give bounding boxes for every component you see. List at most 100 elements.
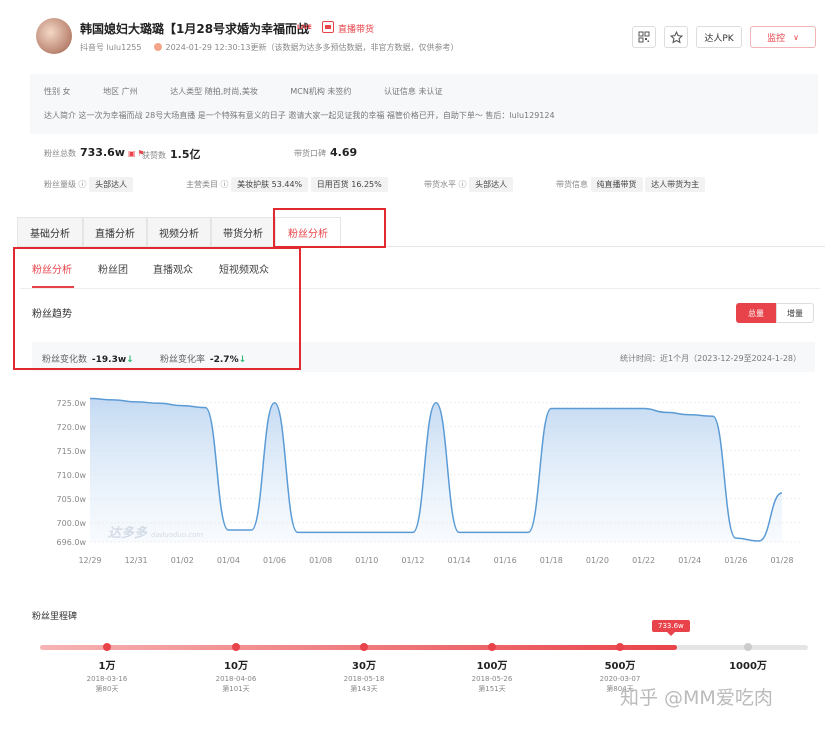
x-tick-label: 12/31 (125, 556, 148, 565)
x-tick-label: 01/24 (678, 556, 701, 565)
monitor-button[interactable]: 监控 ∨ (750, 26, 816, 48)
total-toggle[interactable]: 总量 (736, 303, 776, 323)
x-tick-label: 01/20 (586, 556, 609, 565)
milestone-label: 10万 (224, 661, 248, 672)
reputation-value: 4.69 (330, 146, 358, 159)
chart-icon: ▣ (127, 149, 136, 158)
likes-value: 1.5亿 (170, 148, 201, 161)
y-tick-label: 710.0w (57, 471, 87, 480)
main-category: 主营类目 ⓘ 美妆护肤 53.44% 日用百货 16.25% (186, 177, 388, 192)
milestone-date: 2018-05-26 (471, 675, 513, 683)
x-tick-label: 01/18 (540, 556, 563, 565)
milestone-progress (40, 645, 678, 650)
milestone-item: 1000万 (703, 657, 793, 675)
certification: 认证信息 未认证 (383, 87, 443, 96)
y-tick-label: 705.0w (57, 495, 87, 504)
milestone-days: 第80天 (95, 685, 119, 693)
fans-metric: 粉丝总数 733.6w ▣ ⚑ (44, 146, 145, 159)
milestone-item: 1万 2018-03-16 第80天 (62, 657, 152, 694)
milestone-node (360, 643, 368, 651)
x-tick-label: 01/02 (171, 556, 194, 565)
chevron-down-icon: ∨ (793, 32, 799, 42)
reputation-metric: 带货口碑 4.69 (294, 146, 358, 159)
sales-info: 带货信息 纯直播带货 达人带货为主 (556, 177, 706, 192)
milestone-date: 2018-05-18 (343, 675, 385, 683)
fans-trend-chart[interactable]: 696.0w 700.0w 705.0w 710.0w 715.0w 720.0w 725.… (30, 380, 820, 570)
x-tick-label: 01/16 (494, 556, 517, 565)
milestone-days: 第143天 (350, 685, 378, 693)
profile-info-panel: 性别 女 地区 广州 达人类型 随拍,时尚,美妆 MCN机构 未签约 认证信息 … (30, 74, 818, 134)
account-header: 韩国媳妇大璐璐【1月28号求婚为幸福而战 LIVE 直播带货 抖音号 lulu1… (0, 0, 838, 70)
help-icon: ⓘ (458, 180, 467, 189)
milestone-node (232, 643, 240, 651)
milestone-date: 2020-03-07 (599, 675, 641, 683)
sales-info-tag-1: 纯直播带货 (590, 177, 643, 192)
profile-intro: 达人简介 这一次为幸福而战 28号大场直播 是一个特殊有意义的日子 邀请大家一起… (44, 111, 555, 120)
current-fans-badge: 733.6w (652, 620, 690, 636)
milestone-label: 1万 (98, 661, 116, 672)
milestone-node (488, 643, 496, 651)
help-icon: ⓘ (78, 180, 87, 189)
region: 地区 广州 (103, 87, 138, 96)
account-subline: 抖音号 lulu1255 2024-01-29 12:30:13更新（该数据为达多… (80, 42, 458, 53)
highlight-box-subtabs (13, 247, 301, 370)
milestone-node (103, 643, 111, 651)
tab-basic[interactable]: 基础分析 (17, 217, 83, 247)
help-icon: ⓘ (220, 180, 229, 189)
stat-time: 统计时间：近1个月（2023-12-29至2024-1-28） (620, 354, 801, 363)
live-icon (322, 21, 334, 33)
tab-sales[interactable]: 带货分析 (211, 217, 275, 247)
milestone-label: 100万 (476, 661, 508, 672)
fans-level-tag: 头部达人 (89, 177, 134, 192)
monitor-label: 监控 (767, 33, 786, 44)
creator-type: 达人类型 随拍,时尚,美妆 (170, 87, 258, 96)
milestone-date: 2018-04-06 (215, 675, 257, 683)
milestone-label: 30万 (352, 661, 376, 672)
daduoduo-watermark: 达多多 daduoduo.com (108, 526, 204, 541)
tab-video[interactable]: 视频分析 (147, 217, 211, 247)
profile-row: 性别 女 地区 广州 达人类型 随拍,时尚,美妆 MCN机构 未签约 认证信息 … (44, 86, 442, 97)
analysis-tabs: 基础分析 直播分析 视频分析 带货分析 粉丝分析 (17, 217, 825, 247)
x-tick-label: 01/26 (724, 556, 747, 565)
fans-level: 粉丝量级 ⓘ 头部达人 (44, 177, 134, 192)
milestone-item: 100万 2018-05-26 第151天 (447, 657, 537, 694)
increment-toggle[interactable]: 增量 (776, 303, 814, 323)
x-tick-label: 01/04 (217, 556, 240, 565)
sales-level: 带货水平 ⓘ 头部达人 (424, 177, 514, 192)
highlight-box-tab (273, 208, 386, 248)
qrcode-button[interactable] (632, 26, 656, 48)
milestone-item: 30万 2018-05-18 第143天 (319, 657, 409, 694)
live-badge: LIVE (297, 24, 312, 31)
account-title: 韩国媳妇大璐璐【1月28号求婚为幸福而战 (80, 22, 310, 36)
category-tag-1: 美妆护肤 53.44% (231, 177, 309, 192)
favorite-button[interactable] (664, 26, 688, 48)
x-tick-label: 01/06 (263, 556, 286, 565)
milestone-label: 1000万 (729, 661, 767, 672)
y-tick-label: 700.0w (57, 519, 87, 528)
x-tick-label: 12/29 (78, 556, 101, 565)
compare-pk-button[interactable]: 达人PK (696, 26, 742, 48)
likes-metric: 获赞数 1.5亿 (142, 148, 201, 161)
x-tick-label: 01/10 (355, 556, 378, 565)
milestone-date: 2018-03-16 (86, 675, 128, 683)
milestone-days: 第101天 (222, 685, 250, 693)
x-tick-label: 01/08 (309, 556, 332, 565)
x-tick-label: 01/14 (448, 556, 471, 565)
x-tick-label: 01/12 (401, 556, 424, 565)
gender: 性别 女 (44, 87, 71, 96)
tab-live[interactable]: 直播分析 (83, 217, 147, 247)
fans-area (90, 398, 782, 542)
account-id: 抖音号 lulu1255 (80, 43, 142, 52)
x-tick-label: 01/22 (632, 556, 655, 565)
milestone-label: 500万 (604, 661, 636, 672)
live-label: 直播带货 (338, 25, 375, 35)
milestone-item: 10万 2018-04-06 第101天 (191, 657, 281, 694)
qrcode-icon (638, 31, 650, 43)
y-tick-label: 696.0w (57, 538, 87, 547)
milestone-title: 粉丝里程碑 (32, 612, 78, 622)
update-dot-icon (153, 43, 162, 51)
sales-level-tag: 头部达人 (469, 177, 514, 192)
avatar[interactable] (36, 18, 72, 54)
y-tick-label: 715.0w (57, 447, 87, 456)
milestone-node (616, 643, 624, 651)
